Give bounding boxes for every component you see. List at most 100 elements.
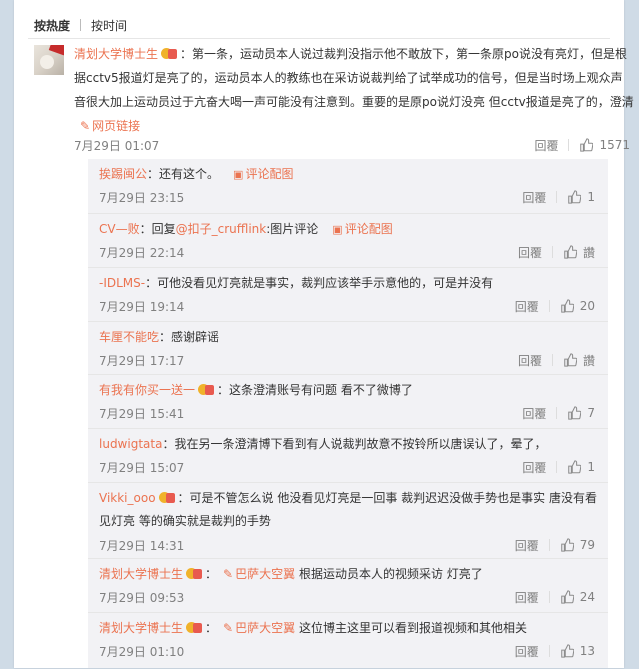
reply-text: ：感谢辟谣 [159, 330, 220, 344]
reply-time: 7月29日 14:31 [99, 538, 185, 553]
link-icon: ✎ [80, 119, 91, 133]
tab-sort-by-hot[interactable]: 按热度 [34, 17, 70, 34]
vip-badge-icon [158, 491, 176, 504]
reply-username[interactable]: 有我有你买一送一 [99, 383, 195, 397]
tab-sort-by-time[interactable]: 按时间 [91, 17, 127, 34]
like-count: 讚 [582, 353, 595, 368]
reply-time: 7月29日 17:17 [99, 353, 185, 368]
reply-text: 根据运动员本人的视频采访 灯亮了 [298, 567, 483, 581]
meta-divider [551, 246, 553, 258]
vip-badge-icon [186, 567, 203, 580]
reply-button[interactable]: 回覆 [522, 405, 546, 422]
reply-item: 车厘不能吃：感谢辟谣 7月29日 17:17 回覆 讚 [88, 321, 608, 374]
like-count: 1571 [599, 138, 630, 152]
web-link[interactable]: 网页链接 [92, 119, 140, 133]
sort-tabs: 按热度 按时间 [34, 15, 127, 35]
like-count: 讚 [582, 245, 595, 260]
user-link[interactable]: 巴萨大空翼 [235, 567, 295, 581]
like-count: 24 [579, 590, 595, 604]
reply-text: 这位博主这里可以看到报道视频和其他相关 [298, 621, 527, 635]
reply-button[interactable]: 回覆 [515, 537, 539, 554]
reply-item: 有我有你买一送一 ：这条澄清账号有问题 看不了微博了 7月29日 15:41 回覆… [88, 374, 608, 428]
reply-button[interactable]: 回覆 [522, 189, 546, 206]
meta-divider [548, 591, 550, 603]
reply-button[interactable]: 回覆 [522, 459, 546, 476]
reply-item: -IDLMS-：可他没看见灯亮就是事实，裁判应该举手示意他的，可是并没有 7月2… [88, 267, 608, 321]
comment-time: 7月29日 01:07 [74, 138, 160, 153]
reply-text: ：我在另一条澄清博下看到有人说裁判故意不按铃所以唐误认了，晕了， [162, 437, 547, 451]
meta-divider [556, 191, 558, 203]
thumbs-up-icon[interactable] [560, 590, 574, 604]
thumbs-up-icon[interactable] [567, 190, 582, 204]
comment-image-link[interactable]: 评论配图 [345, 222, 393, 236]
image-icon: ▣ [233, 168, 244, 181]
reply-username[interactable]: 清划大学博士生 [99, 621, 183, 635]
image-icon: ▣ [332, 223, 343, 236]
reply-text: ：这条澄清账号有问题 看不了微博了 [217, 383, 413, 397]
reply-time: 7月29日 01:10 [99, 644, 185, 659]
meta-divider [568, 139, 570, 151]
reply-button[interactable]: 回覆 [518, 244, 542, 261]
reply-username[interactable]: ludwigtata [99, 437, 162, 451]
main-comment: 清划大学博士生 ：第一条，运动员本人说过裁判没指示他不敢放下，第一条原po说没有亮… [34, 45, 634, 155]
reply-item: 清划大学博士生： ✎ 巴萨大空翼 根据运动员本人的视频采访 灯亮了 7月29日 09… [88, 558, 608, 612]
meta-divider [548, 645, 550, 657]
link-icon: ✎ [223, 621, 234, 635]
reply-time: 7月29日 19:14 [99, 299, 185, 314]
reply-time: 7月29日 23:15 [99, 190, 185, 205]
reply-item: 挨踢闽公：还有这个。 ▣ 评论配图 7月29日 23:15 回覆 1 [88, 159, 608, 212]
main-comment-meta: 7月29日 01:07 回覆 1571 [74, 136, 630, 154]
main-comment-text-block: 清划大学博士生 ：第一条，运动员本人说过裁判没指示他不敢放下，第一条原po说没有亮… [74, 42, 634, 138]
thumbs-up-icon[interactable] [563, 245, 577, 259]
meta-divider [548, 539, 550, 551]
like-count: 20 [579, 299, 595, 313]
thumbs-up-icon[interactable] [563, 353, 577, 367]
thumbs-up-icon[interactable] [579, 138, 594, 152]
user-link[interactable]: 巴萨大空翼 [235, 621, 295, 635]
link-icon: ✎ [223, 567, 234, 581]
reply-text: :图片评论 [266, 222, 319, 236]
like-count: 1 [587, 460, 595, 474]
reply-text: ：还有这个。 [147, 167, 220, 181]
vip-badge-icon [198, 383, 215, 396]
reply-text-prefix: ：回复 [139, 222, 176, 236]
reply-list: 挨踢闽公：还有这个。 ▣ 评论配图 7月29日 23:15 回覆 1 CV—败：回复… [88, 159, 608, 668]
vip-badge-icon [161, 47, 178, 60]
thumbs-up-icon[interactable] [567, 406, 582, 420]
comment-image-link[interactable]: 评论配图 [245, 167, 293, 181]
reply-button[interactable]: 回覆 [518, 352, 542, 369]
reply-username[interactable]: CV—败 [99, 222, 140, 236]
like-count: 79 [579, 538, 595, 552]
reply-time: 7月29日 09:53 [99, 590, 185, 605]
tab-divider [80, 19, 82, 31]
reply-button[interactable]: 回覆 [515, 643, 539, 660]
meta-divider [556, 407, 558, 419]
avatar[interactable] [34, 45, 64, 75]
vip-badge-icon [186, 621, 203, 634]
thumbs-up-icon[interactable] [567, 460, 582, 474]
reply-item: Vikki_ooo ：可是不管怎么说 他没看见灯亮是一回事 裁判迟迟没做手势也是事… [88, 482, 608, 558]
reply-username[interactable]: 挨踢闽公 [99, 167, 147, 181]
reply-item: 清划大学博士生： ✎ 巴萨大空翼 这位博主这里可以看到报道视频和其他相关 7月29日… [88, 612, 608, 669]
like-count: 7 [587, 406, 595, 420]
comment-username[interactable]: 清划大学博士生 [74, 47, 158, 61]
meta-divider [548, 300, 550, 312]
reply-username[interactable]: 清划大学博士生 [99, 567, 183, 581]
reply-button[interactable]: 回覆 [515, 298, 539, 315]
like-count: 13 [579, 644, 595, 658]
thumbs-up-icon[interactable] [560, 299, 574, 313]
reply-text: ：可他没看见灯亮就是事实，裁判应该举手示意他的，可是并没有 [145, 276, 494, 290]
mention-link[interactable]: @扣子_crufflink [176, 222, 267, 236]
reply-username[interactable]: Vikki_ooo [99, 491, 156, 505]
thumbs-up-icon[interactable] [560, 538, 574, 552]
thumbs-up-icon[interactable] [560, 644, 574, 658]
tabs-divider-line [28, 38, 610, 39]
reply-button[interactable]: 回覆 [534, 137, 558, 154]
reply-time: 7月29日 15:07 [99, 460, 185, 475]
comments-panel: 按热度 按时间 清划大学博士生 ：第一条，运动员本人说过裁判没指示他不敢放下，第一… [14, 0, 634, 668]
reply-username[interactable]: -IDLMS- [99, 276, 145, 290]
reply-button[interactable]: 回覆 [515, 589, 539, 606]
reply-item: ludwigtata：我在另一条澄清博下看到有人说裁判故意不按铃所以唐误认了，晕… [88, 428, 608, 482]
meta-divider [556, 461, 558, 473]
reply-username[interactable]: 车厘不能吃 [99, 330, 159, 344]
